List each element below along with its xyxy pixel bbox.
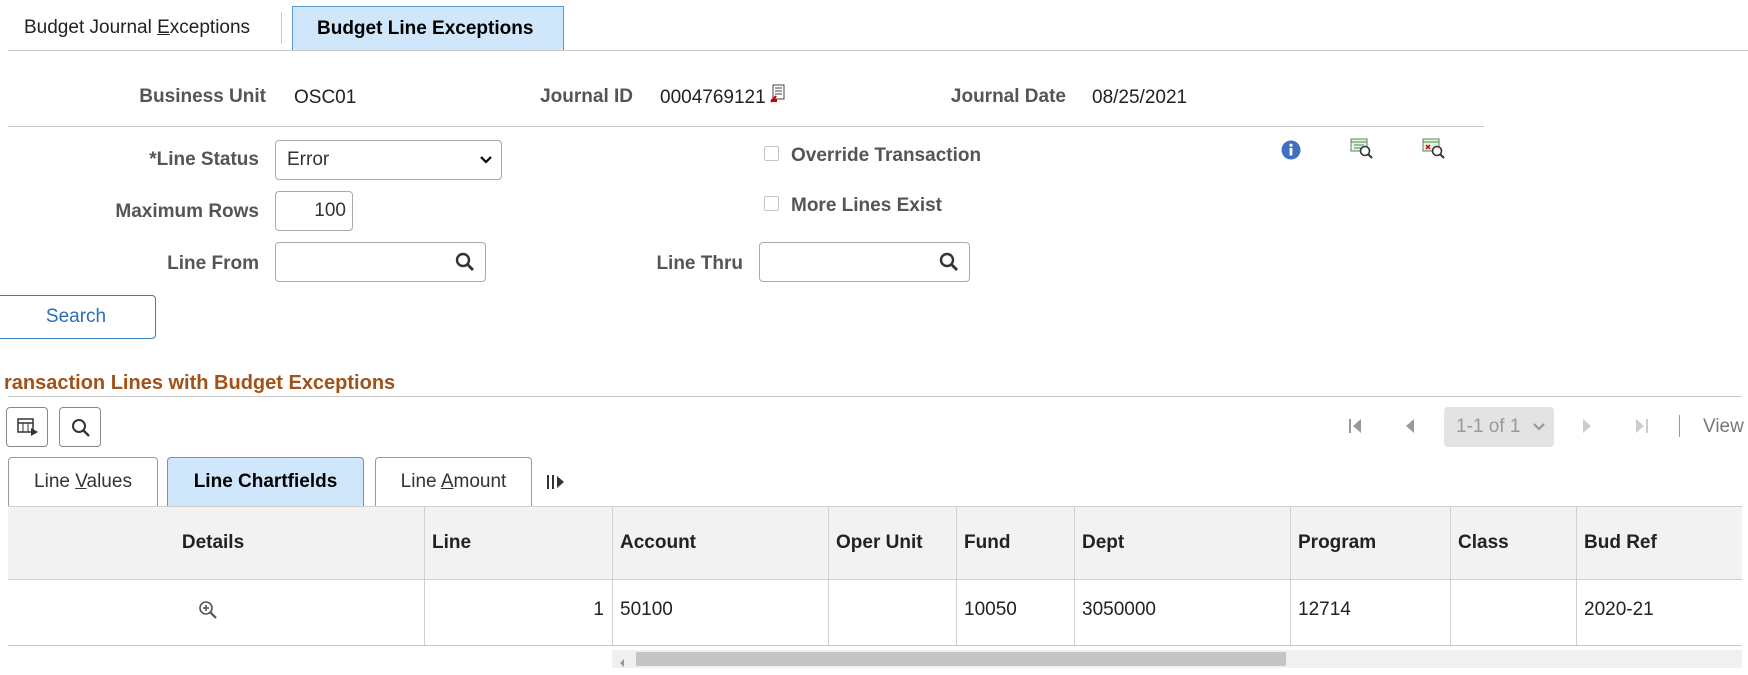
column-header-line: Line xyxy=(432,532,472,553)
report-icon[interactable] xyxy=(770,84,786,109)
line-from-input[interactable] xyxy=(275,242,486,282)
maximum-rows-value: 100 xyxy=(314,200,346,221)
view-exceptions-icon[interactable] xyxy=(1422,138,1446,166)
line-status-label: *Line Status xyxy=(149,149,259,170)
tab-label: Budget Line Exceptions xyxy=(317,18,534,39)
tab-label: Line Chartfields xyxy=(193,471,338,492)
journal-id-value[interactable]: 0004769121 xyxy=(660,87,766,109)
column-divider xyxy=(1290,506,1291,646)
cell-dept: 3050000 xyxy=(1082,599,1156,620)
tab-label: Line Amount xyxy=(400,471,507,492)
tab-bar-divider xyxy=(8,50,1748,51)
journal-id-label: Journal ID xyxy=(540,86,633,107)
column-divider xyxy=(828,506,829,646)
business-unit-label: Business Unit xyxy=(139,86,266,107)
column-divider xyxy=(1074,506,1075,646)
tab-budget-journal-exceptions[interactable]: Budget Journal Exceptions xyxy=(0,6,274,50)
column-header-program: Program xyxy=(1298,532,1377,553)
column-divider xyxy=(956,506,957,646)
row-divider xyxy=(8,645,1742,646)
chevron-down-icon xyxy=(479,141,493,194)
lookup-icon[interactable] xyxy=(939,252,959,278)
previous-page-icon[interactable] xyxy=(1404,416,1416,442)
business-unit-value: OSC01 xyxy=(294,87,357,108)
cell-program: 12714 xyxy=(1298,599,1351,620)
column-divider xyxy=(612,506,613,646)
cell-line: 1 xyxy=(593,599,604,620)
tab-line-values[interactable]: Line Values xyxy=(8,457,158,506)
line-status-select[interactable]: Error xyxy=(275,140,502,180)
journal-date-value: 08/25/2021 xyxy=(1092,87,1188,108)
tab-label: Line Values xyxy=(34,471,132,492)
tab-label: Budget Journal Exceptions xyxy=(24,17,251,38)
column-header-class: Class xyxy=(1458,532,1509,553)
column-header-oper-unit: Oper Unit xyxy=(836,532,923,553)
info-icon[interactable] xyxy=(1281,140,1301,166)
personalize-grid-button[interactable] xyxy=(6,407,48,447)
line-status-value: Error xyxy=(287,149,330,170)
scrollbar-thumb[interactable] xyxy=(636,652,1286,666)
grid-settings-icon xyxy=(17,418,39,444)
column-divider xyxy=(1450,506,1451,646)
section-title: ransaction Lines with Budget Exceptions xyxy=(4,372,396,394)
line-from-label: Line From xyxy=(167,253,259,274)
header-divider xyxy=(8,126,1484,127)
override-transaction-checkbox[interactable] xyxy=(764,146,779,161)
cell-bud-ref: 2020-21 xyxy=(1584,599,1654,620)
cell-account: 50100 xyxy=(620,599,673,620)
maximum-rows-label: Maximum Rows xyxy=(115,201,259,222)
line-thru-input[interactable] xyxy=(759,242,970,282)
tab-divider xyxy=(281,12,282,44)
zoom-in-icon[interactable] xyxy=(198,600,218,626)
pager-divider xyxy=(1679,415,1680,437)
show-all-columns-icon[interactable] xyxy=(546,473,566,497)
search-button-label: Search xyxy=(45,306,107,327)
grid-header: Details Line Account Oper Unit Fund Dept… xyxy=(8,506,1742,580)
find-in-grid-button[interactable] xyxy=(59,407,101,447)
search-icon xyxy=(71,418,91,444)
next-page-icon[interactable] xyxy=(1581,416,1593,442)
view-all-link[interactable]: View xyxy=(1703,416,1744,438)
first-page-icon[interactable] xyxy=(1348,416,1364,442)
view-detail-icon[interactable] xyxy=(1350,138,1374,166)
column-divider xyxy=(1576,506,1577,646)
more-lines-exist-checkbox[interactable] xyxy=(764,196,779,211)
journal-date-label: Journal Date xyxy=(950,86,1066,107)
section-divider xyxy=(8,396,1742,397)
override-transaction-label: Override Transaction xyxy=(791,145,982,166)
search-button[interactable]: Search xyxy=(0,295,156,339)
maximum-rows-input[interactable]: 100 xyxy=(275,191,353,231)
column-header-account: Account xyxy=(620,532,696,553)
tab-budget-line-exceptions[interactable]: Budget Line Exceptions xyxy=(292,6,564,50)
column-header-details: Details xyxy=(181,532,245,553)
column-header-dept: Dept xyxy=(1082,532,1125,553)
column-header-fund: Fund xyxy=(964,532,1011,553)
column-header-bud-ref: Bud Ref xyxy=(1584,532,1657,553)
last-page-icon[interactable] xyxy=(1633,416,1649,442)
cell-fund: 10050 xyxy=(964,599,1017,620)
chevron-down-icon xyxy=(1532,407,1546,462)
tab-line-amount[interactable]: Line Amount xyxy=(375,457,532,506)
page-range-select[interactable]: 1-1 of 1 xyxy=(1444,407,1554,447)
tab-line-chartfields[interactable]: Line Chartfields xyxy=(167,457,364,506)
page-range-value: 1-1 of 1 xyxy=(1456,416,1521,437)
lookup-icon[interactable] xyxy=(455,252,475,278)
line-thru-label: Line Thru xyxy=(656,253,743,274)
more-lines-exist-label: More Lines Exist xyxy=(791,195,942,216)
